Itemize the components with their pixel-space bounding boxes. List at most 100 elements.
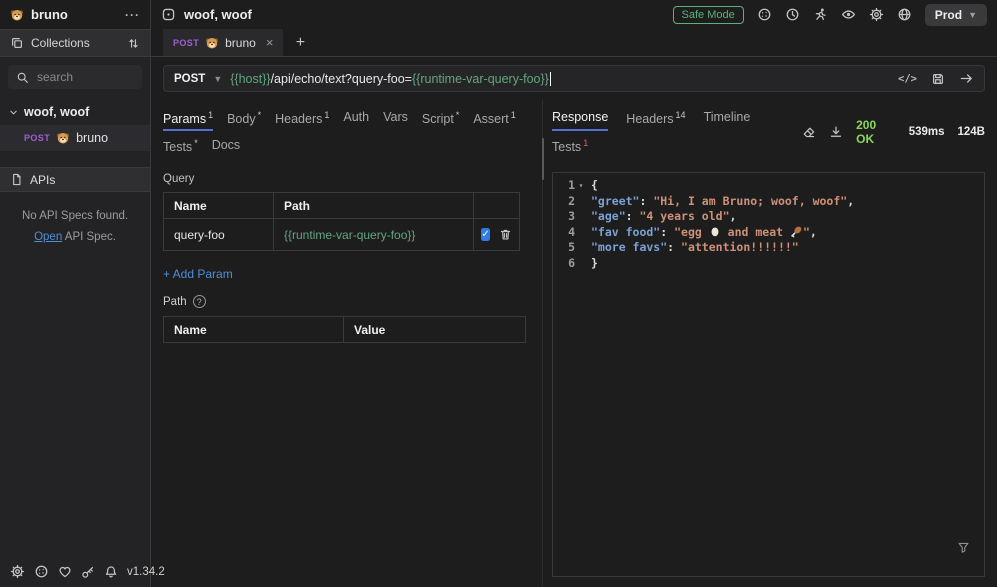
gear-icon[interactable] [10,564,25,579]
fold-arrow-icon[interactable]: ▾ [575,178,587,194]
request-tab-docs[interactable]: Docs [212,138,240,159]
sort-icon[interactable] [127,37,140,50]
tab-label: Headers [626,112,673,126]
emoji-meat-icon [790,225,803,239]
response-body-editor[interactable]: 1▾{2"greet": "Hi, I am Bruno; woof, woof… [552,172,985,577]
clear-response-icon[interactable] [802,125,816,139]
method-selector[interactable]: POST [174,73,205,85]
pane-resize-handle[interactable] [540,100,545,587]
search-input[interactable] [35,69,134,85]
globe-icon[interactable] [897,7,912,22]
param-value-cell[interactable]: {{runtime-var-query-foo}} [274,219,474,251]
code-line: 5"more favs": "attention!!!!!!" [553,240,984,256]
request-tab-body[interactable]: Body* [227,110,261,131]
open-api-spec-link[interactable]: Open [34,231,62,243]
footer-icon-group [10,564,118,579]
code-line: 4"fav food": "egg and meat ", [553,225,984,241]
tab-label: Auth [343,110,369,124]
path-label-text: Path [163,296,187,308]
runner-icon[interactable] [813,7,828,22]
url-actions: </> [898,71,974,86]
query-params-table: Name Path query-foo{{runtime-var-query-f… [163,192,520,251]
response-tab-response[interactable]: Response [552,110,608,131]
request-tab-vars[interactable]: Vars [383,110,408,131]
response-tab-tests[interactable]: Tests1 [552,138,588,159]
cookie-icon[interactable] [757,7,772,22]
bruno-logo-icon [10,8,24,22]
param-enabled-checkbox[interactable]: ✓ [481,228,489,241]
add-param-button[interactable]: + Add Param [163,267,233,281]
path-col-value: Value [344,317,526,343]
request-tab-bruno[interactable]: POST bruno × [163,29,283,56]
save-icon[interactable] [931,72,945,86]
help-icon[interactable]: ? [193,295,206,308]
tab-label: Tests [163,140,192,154]
filter-response-icon[interactable] [957,541,970,554]
environment-selector[interactable]: Prod ▼ [925,4,987,26]
environment-label: Prod [935,8,962,22]
tab-count-badge: 14 [676,110,686,120]
query-col-actions [474,193,520,219]
param-name-cell[interactable]: query-foo [164,219,274,251]
path-params-table: Name Value [163,316,526,343]
titlebar-toolbar: Safe Mode Prod ▼ [673,4,987,26]
close-tab-icon[interactable]: × [266,35,274,50]
tab-method-badge: POST [173,38,199,48]
new-tab-button[interactable]: + [283,29,317,56]
eye-icon[interactable] [841,7,856,22]
cookie-icon[interactable] [34,564,49,579]
tab-count-badge: * [456,110,460,120]
generate-code-icon[interactable]: </> [898,73,917,85]
query-section-label: Query [163,173,540,185]
status-badge: 200 OK [856,118,896,146]
query-col-path: Path [274,193,474,219]
line-number: 2 [553,194,575,210]
heart-icon[interactable] [58,564,72,579]
tab-label: Body [227,112,256,126]
request-tab-script[interactable]: Script* [422,110,459,131]
response-meta: 200 OK 539ms 124B [802,118,985,151]
main-area: woof, woof Safe Mode Prod ▼ POST bruno ×… [151,0,997,587]
line-number: 1 [553,178,575,194]
response-size: 124B [958,126,986,138]
method-caret-icon[interactable]: ▼ [213,74,222,84]
apis-empty-text: No API Specs found. [0,206,150,227]
response-pane: ResponseHeaders14TimelineTests1 200 OK 5… [545,100,997,587]
tab-label: Assert [473,112,508,126]
search-icon [16,71,29,84]
chevron-down-icon [8,107,19,118]
tab-label: Params [163,112,206,126]
sidebar-collection-woof-woof[interactable]: woof, woof [0,99,150,125]
url-input[interactable]: {{host}}/api/echo/text?query-foo={{runti… [230,72,551,86]
sidebar-request-bruno[interactable]: POST bruno [0,125,150,151]
apis-section-header[interactable]: APIs [0,167,150,192]
gear-icon[interactable] [869,7,884,22]
request-tab-assert[interactable]: Assert1 [473,110,515,131]
apis-empty-state: No API Specs found. Open API Spec. [0,206,150,247]
bell-icon[interactable] [104,564,118,579]
tab-label: Tests [552,140,581,154]
code-line: 6} [553,256,984,272]
request-tab-params[interactable]: Params1 [163,110,213,131]
line-number: 6 [553,256,575,272]
response-json: 1▾{2"greet": "Hi, I am Bruno; woof, woof… [553,178,984,271]
clock-icon[interactable] [785,7,800,22]
sidebar-menu-button[interactable]: ··· [125,8,140,22]
send-request-icon[interactable] [959,71,974,86]
collections-icon [10,36,24,50]
request-method-badge: POST [24,133,50,143]
sidebar-header: bruno ··· [0,0,150,29]
request-tab-headers[interactable]: Headers1 [275,110,329,131]
trash-icon[interactable] [499,228,512,241]
request-tab-tests[interactable]: Tests* [163,138,198,159]
tab-count-badge: * [258,110,262,120]
request-pane: Params1Body*Headers1AuthVarsScript*Asser… [151,100,540,587]
fold-spacer [575,240,587,256]
response-tab-timeline[interactable]: Timeline [704,110,751,131]
response-tab-headers[interactable]: Headers14 [626,110,685,131]
request-tab-auth[interactable]: Auth [343,110,369,131]
key-icon[interactable] [81,564,95,579]
line-number: 3 [553,209,575,225]
collections-header[interactable]: Collections [0,29,150,57]
download-response-icon[interactable] [829,125,843,139]
